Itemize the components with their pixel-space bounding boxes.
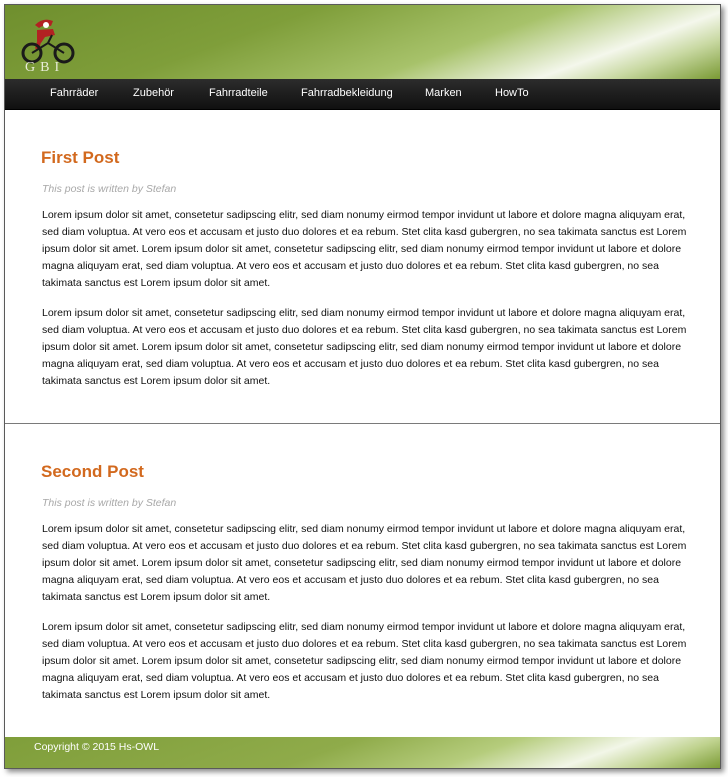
main-nav: Fahrräder Zubehör Fahrradteile Fahrradbe… (5, 79, 720, 110)
post-paragraph: Lorem ipsum dolor sit amet, consetetur s… (42, 209, 687, 289)
bike-logo-icon[interactable]: GBI (15, 13, 85, 73)
post-author: This post is written by Stefan (42, 497, 177, 509)
copyright-text: Copyright © 2015 Hs-OWL (34, 741, 160, 753)
page-frame: GBI Fahrräder Zubehör Fahrradteile Fahrr… (4, 4, 721, 769)
post-paragraph: Lorem ipsum dolor sit amet, consetetur s… (42, 621, 687, 701)
nav-item-fahrradbekleidung[interactable]: Fahrradbekleidung (301, 87, 393, 99)
site-header: GBI (5, 5, 720, 79)
logo-text: GBI (25, 60, 64, 73)
post-second: Second Post This post is written by Stef… (5, 424, 720, 737)
post-title[interactable]: First Post (41, 148, 119, 168)
post-paragraph: Lorem ipsum dolor sit amet, consetetur s… (42, 307, 687, 387)
nav-item-marken[interactable]: Marken (425, 87, 462, 99)
nav-item-zubehoer[interactable]: Zubehör (133, 87, 174, 99)
post-paragraph: Lorem ipsum dolor sit amet, consetetur s… (42, 523, 687, 603)
nav-item-howto[interactable]: HowTo (495, 87, 529, 99)
post-first: First Post This post is written by Stefa… (5, 110, 720, 423)
post-title[interactable]: Second Post (41, 462, 144, 482)
nav-item-fahrradteile[interactable]: Fahrradteile (209, 87, 268, 99)
site-footer: Copyright © 2015 Hs-OWL (5, 737, 720, 768)
post-author: This post is written by Stefan (42, 183, 177, 195)
nav-item-fahrraeder[interactable]: Fahrräder (50, 87, 98, 99)
